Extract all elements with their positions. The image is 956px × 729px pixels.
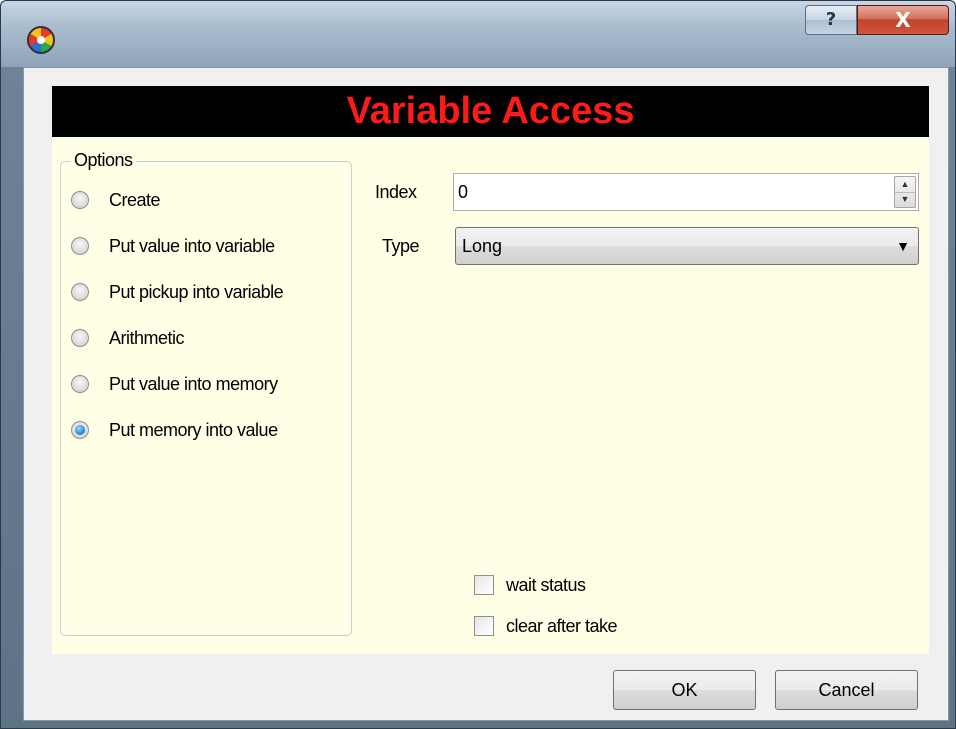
help-button[interactable]: ? [805, 5, 857, 35]
type-select[interactable]: Long ▼ [455, 227, 919, 265]
radio-button[interactable] [71, 191, 89, 209]
banner-title: Variable Access [52, 86, 929, 137]
ok-button[interactable]: OK [613, 670, 756, 710]
radio-button[interactable] [71, 329, 89, 347]
option-label: Put memory into value [109, 419, 278, 440]
type-label: Type [382, 236, 420, 256]
option-put-value-into-variable[interactable]: Put value into variable [71, 233, 275, 259]
option-create[interactable]: Create [71, 187, 161, 213]
options-group: Options Create Put value into variable P… [60, 150, 352, 636]
index-label: Index [375, 182, 417, 202]
wait-status-label: wait status [506, 574, 586, 595]
content-panel: Options Create Put value into variable P… [52, 137, 929, 654]
option-label: Create [109, 189, 161, 210]
dialog-window: ? X Variable Access Options Create Put v… [0, 0, 956, 729]
option-put-memory-into-value[interactable]: Put memory into value [71, 417, 278, 443]
option-label: Put pickup into variable [109, 281, 284, 302]
index-input[interactable]: 0 [453, 173, 919, 211]
options-legend: Options [71, 150, 136, 171]
clear-after-take-label: clear after take [506, 615, 618, 636]
clear-after-take-checkbox[interactable] [474, 616, 494, 636]
spin-up-icon[interactable]: ▲ [895, 177, 915, 193]
radio-button[interactable] [71, 237, 89, 255]
index-spinner[interactable]: ▲ ▼ [894, 176, 916, 208]
cancel-button[interactable]: Cancel [775, 670, 918, 710]
wait-status-checkbox-row[interactable]: wait status [474, 572, 586, 598]
chevron-down-icon[interactable]: ▼ [896, 228, 910, 264]
spin-down-icon[interactable]: ▼ [895, 192, 915, 207]
wait-status-checkbox[interactable] [474, 575, 494, 595]
option-label: Arithmetic [109, 327, 185, 348]
radio-button[interactable] [71, 283, 89, 301]
type-select-value: Long [462, 236, 503, 256]
option-arithmetic[interactable]: Arithmetic [71, 325, 185, 351]
option-label: Put value into variable [109, 235, 275, 256]
title-bar[interactable]: ? X [1, 1, 955, 67]
option-put-value-into-memory[interactable]: Put value into memory [71, 371, 278, 397]
option-put-pickup-into-variable[interactable]: Put pickup into variable [71, 279, 284, 305]
dialog-client-area: Variable Access Options Create Put value… [23, 67, 949, 721]
clear-after-take-checkbox-row[interactable]: clear after take [474, 613, 618, 639]
app-icon [27, 26, 55, 54]
radio-button-selected[interactable] [71, 421, 89, 439]
close-button[interactable]: X [857, 5, 949, 35]
radio-button[interactable] [71, 375, 89, 393]
option-label: Put value into memory [109, 373, 278, 394]
